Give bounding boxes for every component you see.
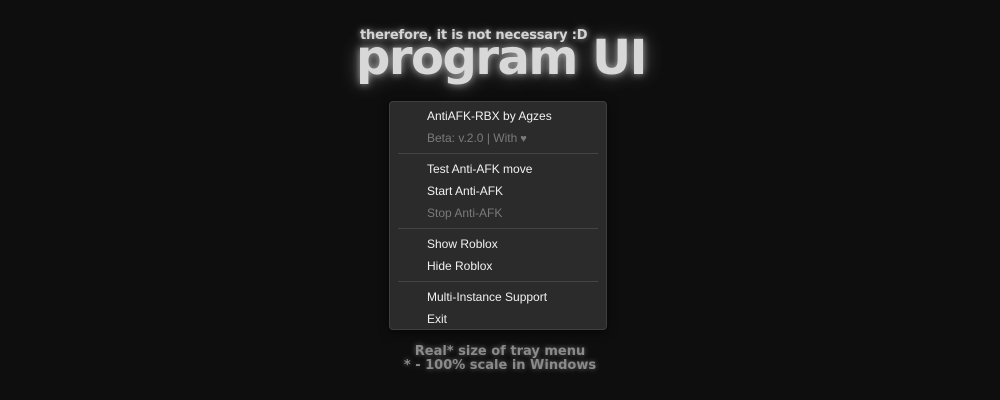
menu-separator xyxy=(398,281,598,282)
tray-context-menu: AntiAFK-RBX by Agzes Beta: v.2.0 | With ♥… xyxy=(389,101,607,330)
menu-item-stop: Stop Anti-AFK xyxy=(427,206,503,220)
version-label: Beta: v.2.0 | With xyxy=(427,131,518,145)
page-title: program UI xyxy=(356,30,648,86)
menu-item-app-name[interactable]: AntiAFK-RBX by Agzes xyxy=(427,107,552,125)
menu-item-start[interactable]: Start Anti-AFK xyxy=(427,182,503,200)
menu-item-test-move[interactable]: Test Anti-AFK move xyxy=(427,160,532,178)
menu-item-show-roblox[interactable]: Show Roblox xyxy=(427,235,498,253)
heart-icon: ♥ xyxy=(520,133,527,145)
menu-separator xyxy=(398,228,598,229)
footer-line-1: Real* size of tray menu xyxy=(414,344,586,359)
menu-item-multi-instance[interactable]: Multi-Instance Support xyxy=(427,288,547,306)
menu-item-version: Beta: v.2.0 | With ♥ xyxy=(427,129,527,147)
footer-line-2: * - 100% scale in Windows xyxy=(403,358,597,373)
menu-item-exit[interactable]: Exit xyxy=(427,310,447,328)
menu-separator xyxy=(398,153,598,154)
menu-item-hide-roblox[interactable]: Hide Roblox xyxy=(427,257,492,275)
